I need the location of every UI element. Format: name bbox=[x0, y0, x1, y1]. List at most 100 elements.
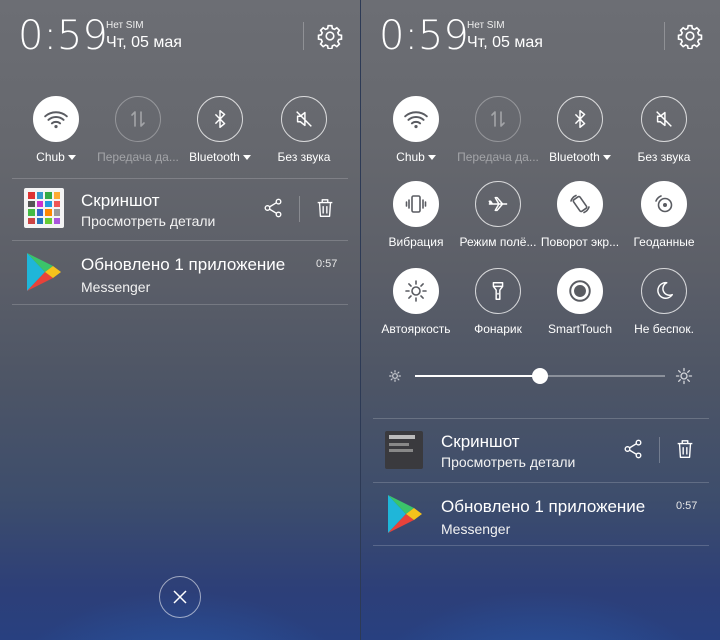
toggle-autobrightness-button[interactable] bbox=[393, 268, 439, 314]
date: Чт, 05 мая bbox=[106, 34, 182, 51]
screenshot-thumbnail bbox=[24, 188, 64, 228]
toggle-silent-label: Без звука bbox=[637, 150, 691, 164]
trash-icon[interactable] bbox=[674, 437, 696, 461]
toggle-silent[interactable]: Без звука bbox=[262, 96, 346, 164]
toggle-dnd-label: Не беспок. bbox=[634, 322, 694, 336]
clock: 0:59 bbox=[18, 13, 108, 59]
toggle-location-button[interactable] bbox=[641, 181, 687, 227]
vibration-icon bbox=[405, 195, 427, 213]
rotate-screen-icon bbox=[570, 194, 590, 214]
notification-shade-expanded: 0:59 Нет SIM Чт, 05 мая Chub Передача да… bbox=[361, 0, 720, 640]
toggle-autobrightness[interactable]: Автояркость bbox=[374, 268, 458, 336]
toggle-vibration-button[interactable] bbox=[393, 181, 439, 227]
notification-title: Скриншот bbox=[441, 432, 520, 451]
toggle-airplane-label: Режим полё... bbox=[459, 235, 537, 249]
toggle-silent-button[interactable] bbox=[641, 96, 687, 142]
divider bbox=[373, 545, 709, 546]
notification-shade-collapsed: 0:59 Нет SIM Чт, 05 мая Chub Передача да… bbox=[0, 0, 360, 640]
toggle-flashlight[interactable]: Фонарик bbox=[456, 268, 540, 336]
toggle-airplane[interactable]: Режим полё... bbox=[456, 181, 540, 249]
toggle-location[interactable]: Геоданные bbox=[622, 181, 706, 249]
chevron-down-icon[interactable] bbox=[427, 155, 436, 161]
play-store-icon bbox=[388, 495, 422, 533]
toggle-data-label: Передача да... bbox=[97, 150, 179, 164]
wifi-icon bbox=[404, 111, 428, 129]
close-icon bbox=[173, 590, 187, 604]
dismiss-all-button[interactable] bbox=[159, 576, 201, 618]
notification-app-update[interactable]: Обновлено 1 приложение Messenger 0:57 bbox=[0, 242, 360, 302]
notification-subtitle: Просмотреть детали bbox=[81, 213, 216, 229]
toggle-flashlight-button[interactable] bbox=[475, 268, 521, 314]
play-store-icon bbox=[27, 253, 61, 291]
toggle-smarttouch-label: SmartTouch bbox=[547, 322, 613, 336]
toggle-bluetooth[interactable]: Bluetooth bbox=[178, 96, 262, 164]
toggle-mobile-data[interactable]: Передача да... bbox=[456, 96, 540, 164]
toggle-wifi-label: Chub bbox=[36, 150, 65, 164]
brightness-slider[interactable] bbox=[383, 365, 701, 387]
toggle-smarttouch-button[interactable] bbox=[557, 268, 603, 314]
smarttouch-icon bbox=[569, 280, 591, 302]
wifi-icon bbox=[44, 111, 68, 129]
notification-time: 0:57 bbox=[676, 500, 698, 512]
brightness-thumb[interactable] bbox=[532, 368, 548, 384]
chevron-down-icon[interactable] bbox=[67, 155, 76, 161]
toggle-bluetooth-button[interactable] bbox=[197, 96, 243, 142]
toggle-bluetooth-label: Bluetooth bbox=[189, 150, 240, 164]
notification-subtitle: Просмотреть детали bbox=[441, 454, 576, 470]
data-transfer-icon bbox=[131, 111, 145, 127]
toggle-wifi-button[interactable] bbox=[393, 96, 439, 142]
notification-title: Обновлено 1 приложение bbox=[441, 497, 646, 516]
notification-app-update[interactable]: Обновлено 1 приложение Messenger 0:57 bbox=[361, 484, 720, 544]
notification-time: 0:57 bbox=[316, 258, 338, 270]
header-separator bbox=[303, 22, 304, 50]
brightness-fill bbox=[415, 375, 540, 377]
screenshot-thumbnail bbox=[385, 431, 423, 469]
toggle-bluetooth-button[interactable] bbox=[557, 96, 603, 142]
toggle-wifi[interactable]: Chub bbox=[374, 96, 458, 164]
toggle-data-label: Передача да... bbox=[457, 150, 539, 164]
brightness-sun-icon bbox=[405, 280, 427, 302]
notification-title: Обновлено 1 приложение bbox=[81, 255, 286, 274]
toggle-silent[interactable]: Без звука bbox=[622, 96, 706, 164]
toggle-bluetooth[interactable]: Bluetooth bbox=[538, 96, 622, 164]
toggle-wifi-button[interactable] bbox=[33, 96, 79, 142]
toggle-rotation[interactable]: Поворот экр... bbox=[538, 181, 622, 249]
trash-icon[interactable] bbox=[314, 196, 336, 220]
divider bbox=[12, 178, 348, 179]
notification-subtitle: Messenger bbox=[441, 521, 511, 537]
flashlight-icon bbox=[492, 282, 504, 300]
notification-subtitle: Messenger bbox=[81, 279, 151, 295]
divider bbox=[373, 418, 709, 419]
bluetooth-icon bbox=[574, 110, 586, 128]
divider bbox=[12, 240, 348, 241]
settings-gear-icon[interactable] bbox=[317, 23, 343, 49]
toggle-do-not-disturb[interactable]: Не беспок. bbox=[622, 268, 706, 336]
toggle-vibration-label: Вибрация bbox=[388, 235, 444, 249]
action-separator bbox=[659, 437, 660, 463]
share-icon[interactable] bbox=[622, 438, 644, 460]
toggle-bluetooth-label: Bluetooth bbox=[549, 150, 600, 164]
notification-title: Скриншот bbox=[81, 191, 160, 210]
settings-gear-icon[interactable] bbox=[677, 23, 703, 49]
toggle-wifi[interactable]: Chub bbox=[14, 96, 98, 164]
share-icon[interactable] bbox=[262, 197, 284, 219]
toggle-silent-button[interactable] bbox=[281, 96, 327, 142]
sim-status: Нет SIM bbox=[106, 20, 144, 31]
chevron-down-icon[interactable] bbox=[242, 155, 251, 161]
toggle-data-button[interactable] bbox=[475, 96, 521, 142]
toggle-dnd-button[interactable] bbox=[641, 268, 687, 314]
toggle-rotation-label: Поворот экр... bbox=[540, 235, 620, 249]
notification-screenshot[interactable]: Скриншот Просмотреть детали bbox=[361, 421, 720, 481]
divider bbox=[373, 482, 709, 483]
brightness-track[interactable] bbox=[415, 368, 665, 384]
toggle-airplane-button[interactable] bbox=[475, 181, 521, 227]
notification-screenshot[interactable]: Скриншот Просмотреть детали bbox=[0, 180, 360, 240]
toggle-vibration[interactable]: Вибрация bbox=[374, 181, 458, 249]
toggle-rotation-button[interactable] bbox=[557, 181, 603, 227]
toggle-location-label: Геоданные bbox=[633, 235, 695, 249]
toggle-flashlight-label: Фонарик bbox=[474, 322, 522, 336]
toggle-mobile-data[interactable]: Передача да... bbox=[96, 96, 180, 164]
chevron-down-icon[interactable] bbox=[602, 155, 611, 161]
toggle-smarttouch[interactable]: SmartTouch bbox=[538, 268, 622, 336]
toggle-data-button[interactable] bbox=[115, 96, 161, 142]
